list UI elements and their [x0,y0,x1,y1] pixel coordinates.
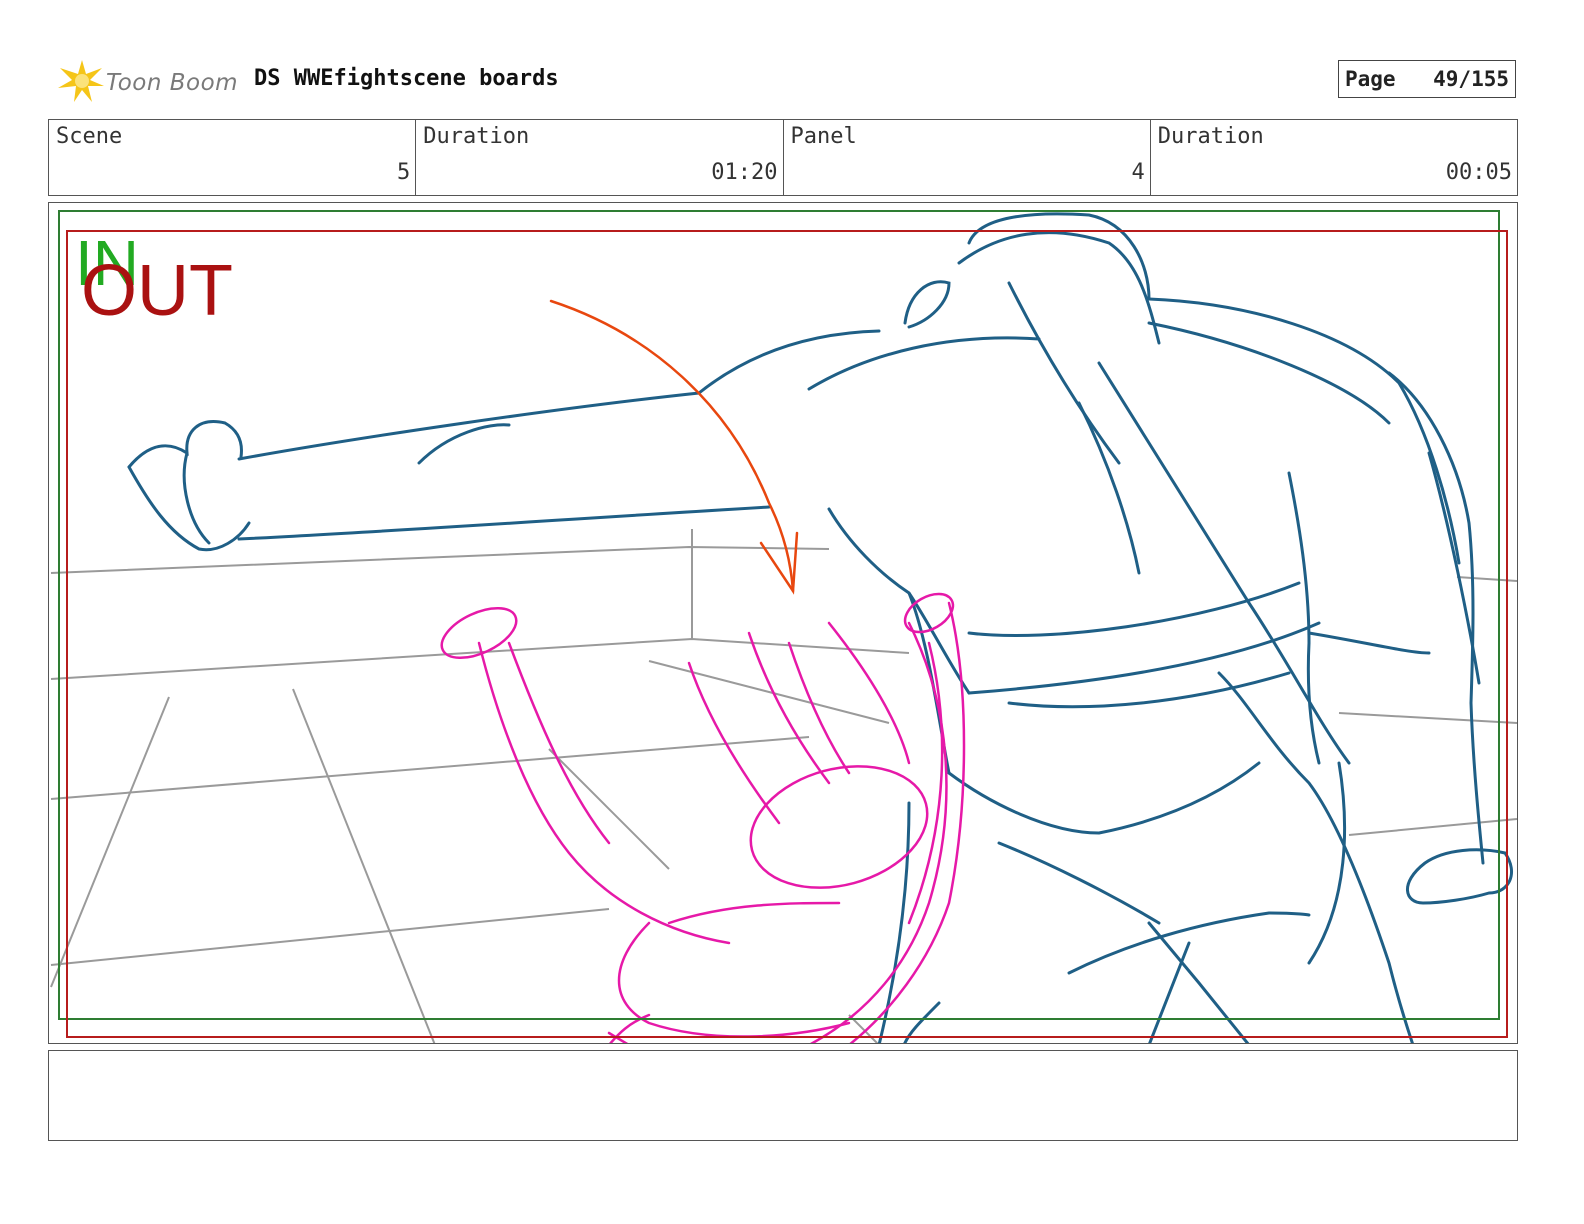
panel-notes-box[interactable] [48,1050,1518,1141]
panel-label: Panel [790,124,857,149]
document-title: DS WWEfightscene boards [254,66,559,91]
in-frame-border [58,210,1500,1020]
scene-value: 5 [397,160,411,185]
page-indicator: Page 49/155 [1338,60,1516,98]
scene-cell: Scene 5 [49,120,417,195]
header: Toon Boom DS WWEfightscene boards Page 4… [48,52,1538,108]
set-lines [50,529,1517,1043]
brand-name: Toon Boom [106,70,239,96]
toon-boom-logo: Toon Boom [52,56,252,106]
panel-drawing [50,210,1517,1043]
page-label: Page [1345,67,1396,91]
panel-info-row: Scene 5 Duration 01:20 Panel 4 Duration … [48,119,1518,196]
storyboard-frame: IN OUT [48,202,1518,1044]
panel-duration-cell: Duration 00:05 [1151,120,1517,195]
panel-cell: Panel 4 [784,120,1151,195]
panel-duration-value: 00:05 [1445,160,1512,185]
out-marker: OUT [81,251,233,331]
scene-label: Scene [56,124,123,149]
page-number: 49/155 [1433,67,1509,91]
panel-value: 4 [1131,160,1145,185]
scene-duration-label: Duration [423,124,530,149]
starburst-icon [58,60,104,102]
character-b-sketch [440,592,966,1043]
panel-duration-label: Duration [1157,124,1264,149]
scene-duration-value: 01:20 [711,160,778,185]
scene-duration-cell: Duration 01:20 [416,120,784,195]
character-a-sketch [127,212,1514,1043]
